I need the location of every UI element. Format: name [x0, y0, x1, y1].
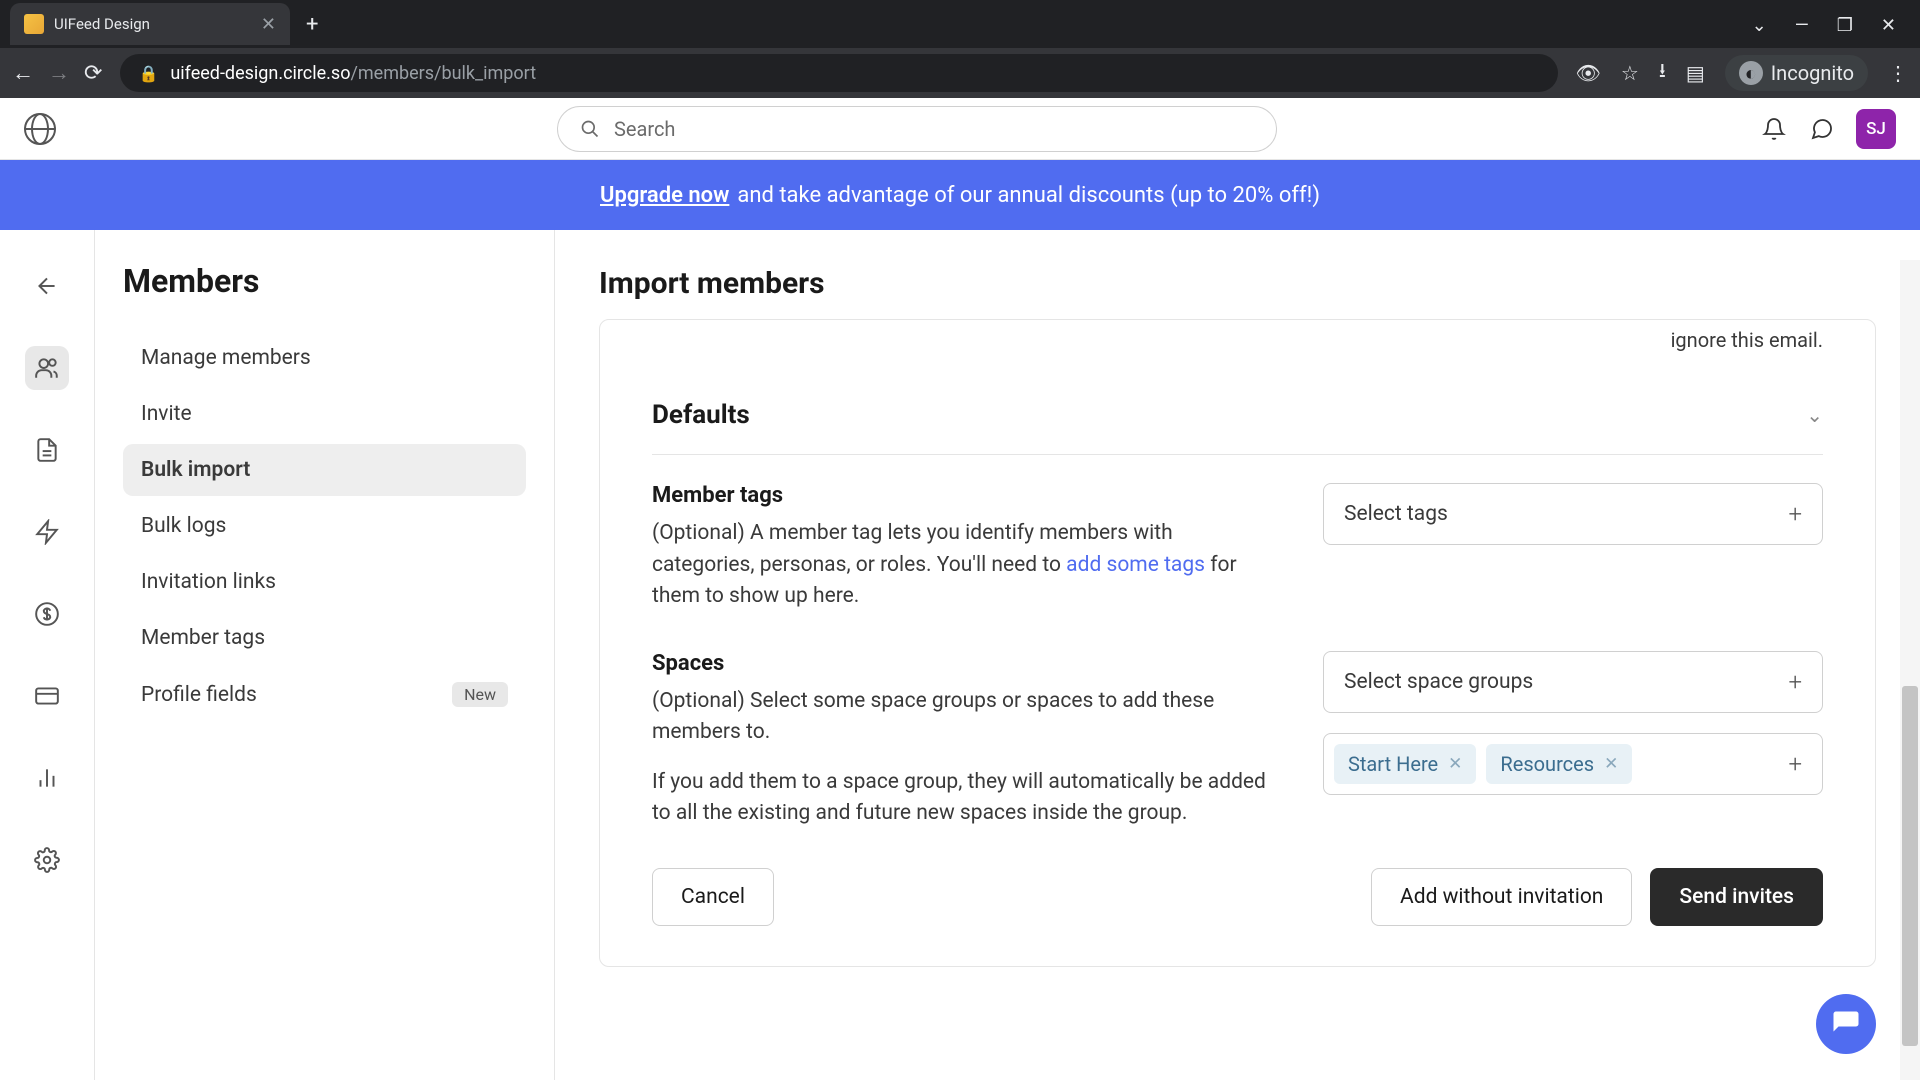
- favicon: [24, 14, 44, 34]
- upgrade-banner: Upgrade now and take advantage of our an…: [0, 160, 1920, 230]
- menu-icon[interactable]: ⋮: [1888, 61, 1908, 85]
- new-badge: New: [452, 682, 508, 707]
- sidebar-back-button[interactable]: [25, 264, 69, 308]
- scrollbar-thumb[interactable]: [1902, 686, 1918, 1046]
- app-header: Search SJ: [0, 98, 1920, 160]
- upgrade-link[interactable]: Upgrade now: [600, 183, 729, 208]
- dollar-icon: [34, 601, 60, 627]
- download-icon[interactable]: ⭳: [1659, 56, 1666, 90]
- window-controls: ⌄ — ❐ ✕: [1752, 15, 1920, 48]
- back-icon[interactable]: ←: [12, 60, 34, 86]
- star-icon[interactable]: ☆: [1621, 61, 1639, 85]
- url-path: /members/bulk_import: [350, 63, 536, 84]
- forward-icon[interactable]: →: [48, 60, 70, 86]
- messages-button[interactable]: [1808, 115, 1836, 143]
- nav-invitation-links[interactable]: Invitation links: [123, 556, 526, 608]
- gear-icon: [34, 847, 60, 873]
- document-icon: [34, 437, 60, 463]
- scrollbar[interactable]: [1900, 260, 1920, 1080]
- spaces-desc: (Optional) Select some space groups or s…: [652, 686, 1275, 830]
- card-icon: [34, 683, 60, 709]
- nav-profile-fields[interactable]: Profile fields New: [123, 668, 526, 721]
- selected-spaces-box[interactable]: Start Here ✕ Resources ✕ +: [1323, 733, 1823, 795]
- cancel-button[interactable]: Cancel: [652, 868, 774, 926]
- tabs-dropdown-icon[interactable]: ⌄: [1752, 15, 1767, 36]
- minimize-icon[interactable]: —: [1795, 15, 1809, 36]
- browser-tab-bar: UIFeed Design ✕ + ⌄ — ❐ ✕: [0, 0, 1920, 48]
- content: Import members ignore this email. Defaul…: [555, 230, 1920, 1080]
- nav-member-tags[interactable]: Member tags: [123, 612, 526, 664]
- space-tag: Start Here ✕: [1334, 744, 1476, 784]
- browser-nav-bar: ← → ⟳ 🔒 uifeed-design.circle.so/members/…: [0, 48, 1920, 98]
- select-tags-placeholder: Select tags: [1344, 502, 1448, 526]
- remove-tag-icon[interactable]: ✕: [1448, 754, 1462, 774]
- sidebar-settings-button[interactable]: [25, 838, 69, 882]
- sidebar-workflows-button[interactable]: [25, 510, 69, 554]
- select-space-groups-placeholder: Select space groups: [1344, 670, 1533, 694]
- select-tags-dropdown[interactable]: Select tags +: [1323, 483, 1823, 545]
- chat-icon: [1831, 1009, 1861, 1039]
- eye-off-icon[interactable]: 👁: [1576, 61, 1601, 85]
- send-invites-button[interactable]: Send invites: [1650, 868, 1823, 926]
- plus-icon: +: [1788, 668, 1802, 696]
- search-icon: [580, 119, 600, 139]
- analytics-icon: [34, 765, 60, 791]
- member-tags-label: Member tags: [652, 483, 1275, 508]
- close-window-icon[interactable]: ✕: [1881, 15, 1896, 36]
- search-placeholder: Search: [614, 117, 675, 141]
- maximize-icon[interactable]: ❐: [1837, 15, 1853, 36]
- truncated-preview-text: ignore this email.: [652, 320, 1823, 376]
- incognito-badge[interactable]: ◐ Incognito: [1725, 55, 1868, 91]
- nav-sidebar: Members Manage members Invite Bulk impor…: [95, 230, 555, 1080]
- chevron-down-icon: ⌄: [1806, 403, 1823, 427]
- defaults-toggle[interactable]: Defaults ⌄: [652, 376, 1823, 455]
- lock-icon: 🔒: [138, 64, 158, 83]
- nav-manage-members[interactable]: Manage members: [123, 332, 526, 384]
- arrow-left-icon: [34, 273, 60, 299]
- remove-tag-icon[interactable]: ✕: [1604, 754, 1618, 774]
- defaults-heading: Defaults: [652, 400, 750, 430]
- browser-tab[interactable]: UIFeed Design ✕: [10, 3, 290, 45]
- spaces-label: Spaces: [652, 651, 1275, 676]
- sidebar-plans-button[interactable]: [25, 674, 69, 718]
- select-space-groups-dropdown[interactable]: Select space groups +: [1323, 651, 1823, 713]
- sidebar-analytics-button[interactable]: [25, 756, 69, 800]
- banner-text: and take advantage of our annual discoun…: [737, 183, 1320, 208]
- url-domain: uifeed-design.circle.so: [170, 63, 350, 84]
- chat-widget-button[interactable]: [1816, 994, 1876, 1054]
- sidebar-paywalls-button[interactable]: [25, 592, 69, 636]
- sidebar-content-button[interactable]: [25, 428, 69, 472]
- close-tab-icon[interactable]: ✕: [261, 14, 276, 35]
- address-bar[interactable]: 🔒 uifeed-design.circle.so/members/bulk_i…: [120, 54, 1557, 92]
- message-icon: [1810, 117, 1834, 141]
- avatar[interactable]: SJ: [1856, 109, 1896, 149]
- panel-icon[interactable]: ▤: [1686, 61, 1705, 85]
- notifications-button[interactable]: [1760, 115, 1788, 143]
- incognito-icon: ◐: [1739, 61, 1763, 85]
- sidebar-members-button[interactable]: [25, 346, 69, 390]
- icon-sidebar: [0, 230, 95, 1080]
- plus-icon: +: [1788, 500, 1802, 528]
- people-icon: [34, 355, 60, 381]
- member-tags-desc: (Optional) A member tag lets you identif…: [652, 518, 1275, 613]
- space-tag: Resources ✕: [1486, 744, 1632, 784]
- bell-icon: [1762, 117, 1786, 141]
- nav-bulk-import[interactable]: Bulk import: [123, 444, 526, 496]
- reload-icon[interactable]: ⟳: [84, 61, 102, 86]
- nav-invite[interactable]: Invite: [123, 388, 526, 440]
- incognito-label: Incognito: [1771, 61, 1854, 85]
- tab-title: UIFeed Design: [54, 15, 251, 33]
- globe-icon[interactable]: [24, 113, 56, 145]
- page-title: Import members: [599, 266, 1876, 301]
- new-tab-button[interactable]: +: [290, 12, 334, 37]
- add-without-invitation-button[interactable]: Add without invitation: [1371, 868, 1632, 926]
- section-title: Members: [123, 262, 526, 300]
- plus-icon[interactable]: +: [1788, 750, 1802, 778]
- bolt-icon: [34, 519, 60, 545]
- import-card: ignore this email. Defaults ⌄ Member tag…: [599, 319, 1876, 967]
- search-input[interactable]: Search: [557, 106, 1277, 152]
- nav-bulk-logs[interactable]: Bulk logs: [123, 500, 526, 552]
- add-tags-link[interactable]: add some tags: [1066, 553, 1205, 577]
